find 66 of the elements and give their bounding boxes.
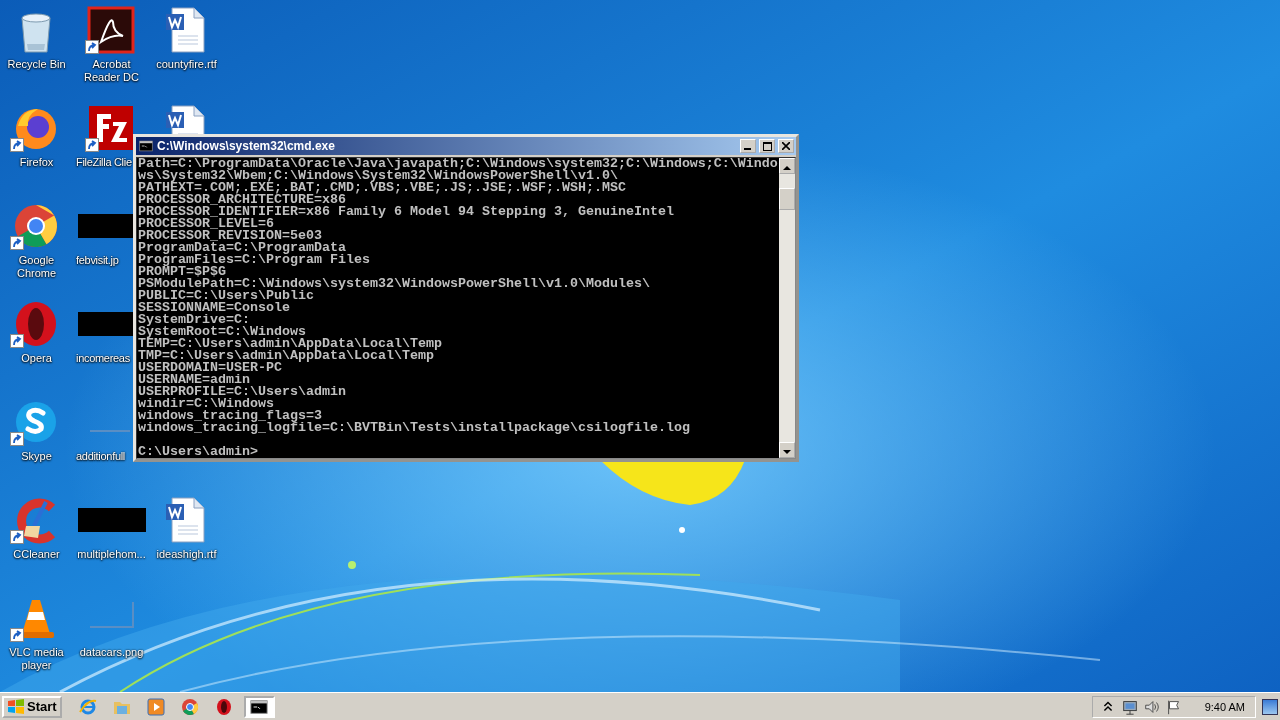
down-arrow-icon [783, 449, 791, 455]
icon-label[interactable]: Opera [0, 352, 74, 365]
console-line: ProgramData=C:\ProgramData [138, 242, 346, 254]
console-icon [249, 697, 270, 716]
scroll-thumb[interactable] [779, 188, 795, 210]
icon-label[interactable]: Acrobat Reader DC [74, 58, 149, 84]
icon-label[interactable]: Firefox [0, 156, 74, 169]
ftp-client-icon[interactable] [87, 104, 135, 152]
start-button[interactable]: Start [2, 695, 62, 718]
console-line: windows_tracing_logfile=C:\BVTBin\Tests\installpackage\csilogfile.log [138, 422, 691, 434]
window-title: C:\Windows\system32\cmd.exe [157, 139, 336, 153]
icon-label[interactable]: additionfull [76, 450, 125, 463]
icon-label[interactable]: Recycle Bin [0, 58, 74, 71]
console-icon [138, 139, 154, 153]
console-line: SystemRoot=C:\Windows [138, 326, 306, 338]
console-line: PROCESSOR_IDENTIFIER=x86 Family 6 Model 94 Stepping 3, GenuineIntel [138, 206, 675, 218]
scroll-down-button[interactable] [779, 442, 795, 458]
show-desktop-button[interactable] [1262, 698, 1278, 715]
icon-label[interactable]: countyfire.rtf [149, 58, 224, 71]
scrollbar[interactable] [779, 158, 795, 458]
maximize-button[interactable] [759, 139, 775, 153]
image-thumbnail[interactable] [78, 312, 134, 336]
image-thumbnail[interactable] [78, 508, 146, 532]
icon-label[interactable]: multiplehom... [74, 548, 149, 561]
console-line: USERDOMAIN=USER-PC [138, 362, 282, 374]
console-line: windir=C:\Windows [138, 398, 274, 410]
media-player-icon[interactable] [145, 696, 166, 717]
windows-logo-icon [7, 698, 25, 715]
console-line: PROCESSOR_LEVEL=6 [138, 218, 274, 230]
clock-time[interactable]: 9:40 AM [1204, 700, 1245, 713]
console-line: TEMP=C:\Users\admin\AppData\Local\Temp [138, 338, 443, 350]
image-thumbnail[interactable] [90, 602, 134, 628]
icon-label[interactable]: Google Chrome [0, 254, 74, 280]
icon-label[interactable]: CCleaner [0, 548, 74, 561]
console-line: SystemDrive=C: [138, 314, 250, 326]
up-arrow-icon [783, 165, 791, 171]
console-line: SESSIONNAME=Console [138, 302, 291, 314]
console-line: ws\System32\Wbem;C:\Windows\System32\WindowsPowerShell\v1.0\ [138, 170, 618, 182]
pdf-reader-icon[interactable] [87, 6, 135, 54]
icon-label[interactable]: febvisit.jp [76, 254, 119, 267]
icon-label[interactable]: VLC media player [0, 646, 74, 672]
console-line: TMP=C:\Users\admin\AppData\Local\Temp [138, 350, 434, 362]
console-line: Path=C:\ProgramData\Oracle\Java\javapath;C:\Windows\system32;C:\Windows;C:\Windo [138, 158, 779, 170]
icon-label[interactable]: incomereas [76, 352, 130, 365]
image-thumbnail[interactable] [78, 214, 134, 238]
icon-label[interactable]: FileZilla Clie [76, 156, 132, 169]
console-line: ProgramFiles=C:\Program Files [138, 254, 371, 266]
task-button[interactable] [243, 695, 275, 718]
console-line: PSModulePath=C:\Windows\system32\WindowsPowerShell\v1.0\Modules\ [138, 278, 651, 290]
icon-label[interactable]: ideashigh.rtf [149, 548, 224, 561]
console-line: PROMPT=$P$G [138, 266, 226, 278]
console-line: PUBLIC=C:\Users\Public [138, 290, 314, 302]
close-icon [782, 142, 790, 150]
console-line: windows_tracing_flags=3 [138, 410, 322, 422]
icon-label[interactable]: Skype [0, 450, 74, 463]
console-line: PROCESSOR_ARCHITECTURE=x86 [138, 194, 346, 206]
console-line: USERNAME=admin [138, 374, 250, 386]
console-line: USERPROFILE=C:\Users\admin [138, 386, 347, 398]
maximize-icon [762, 141, 772, 151]
command-prompt: C:\Users\admin> [138, 446, 259, 458]
console-line: PROCESSOR_REVISION=5e03 [138, 230, 322, 242]
minimize-button[interactable] [740, 139, 756, 153]
close-button[interactable] [778, 139, 794, 153]
console-line: PATHEXT=.COM;.EXE;.BAT;.CMD;.VBS;.VBE;.JS;.JSE;.WSF;.WSH;.MSC [138, 182, 627, 194]
icon-label[interactable]: datacars.png [74, 646, 149, 659]
scroll-up-button[interactable] [779, 158, 795, 174]
